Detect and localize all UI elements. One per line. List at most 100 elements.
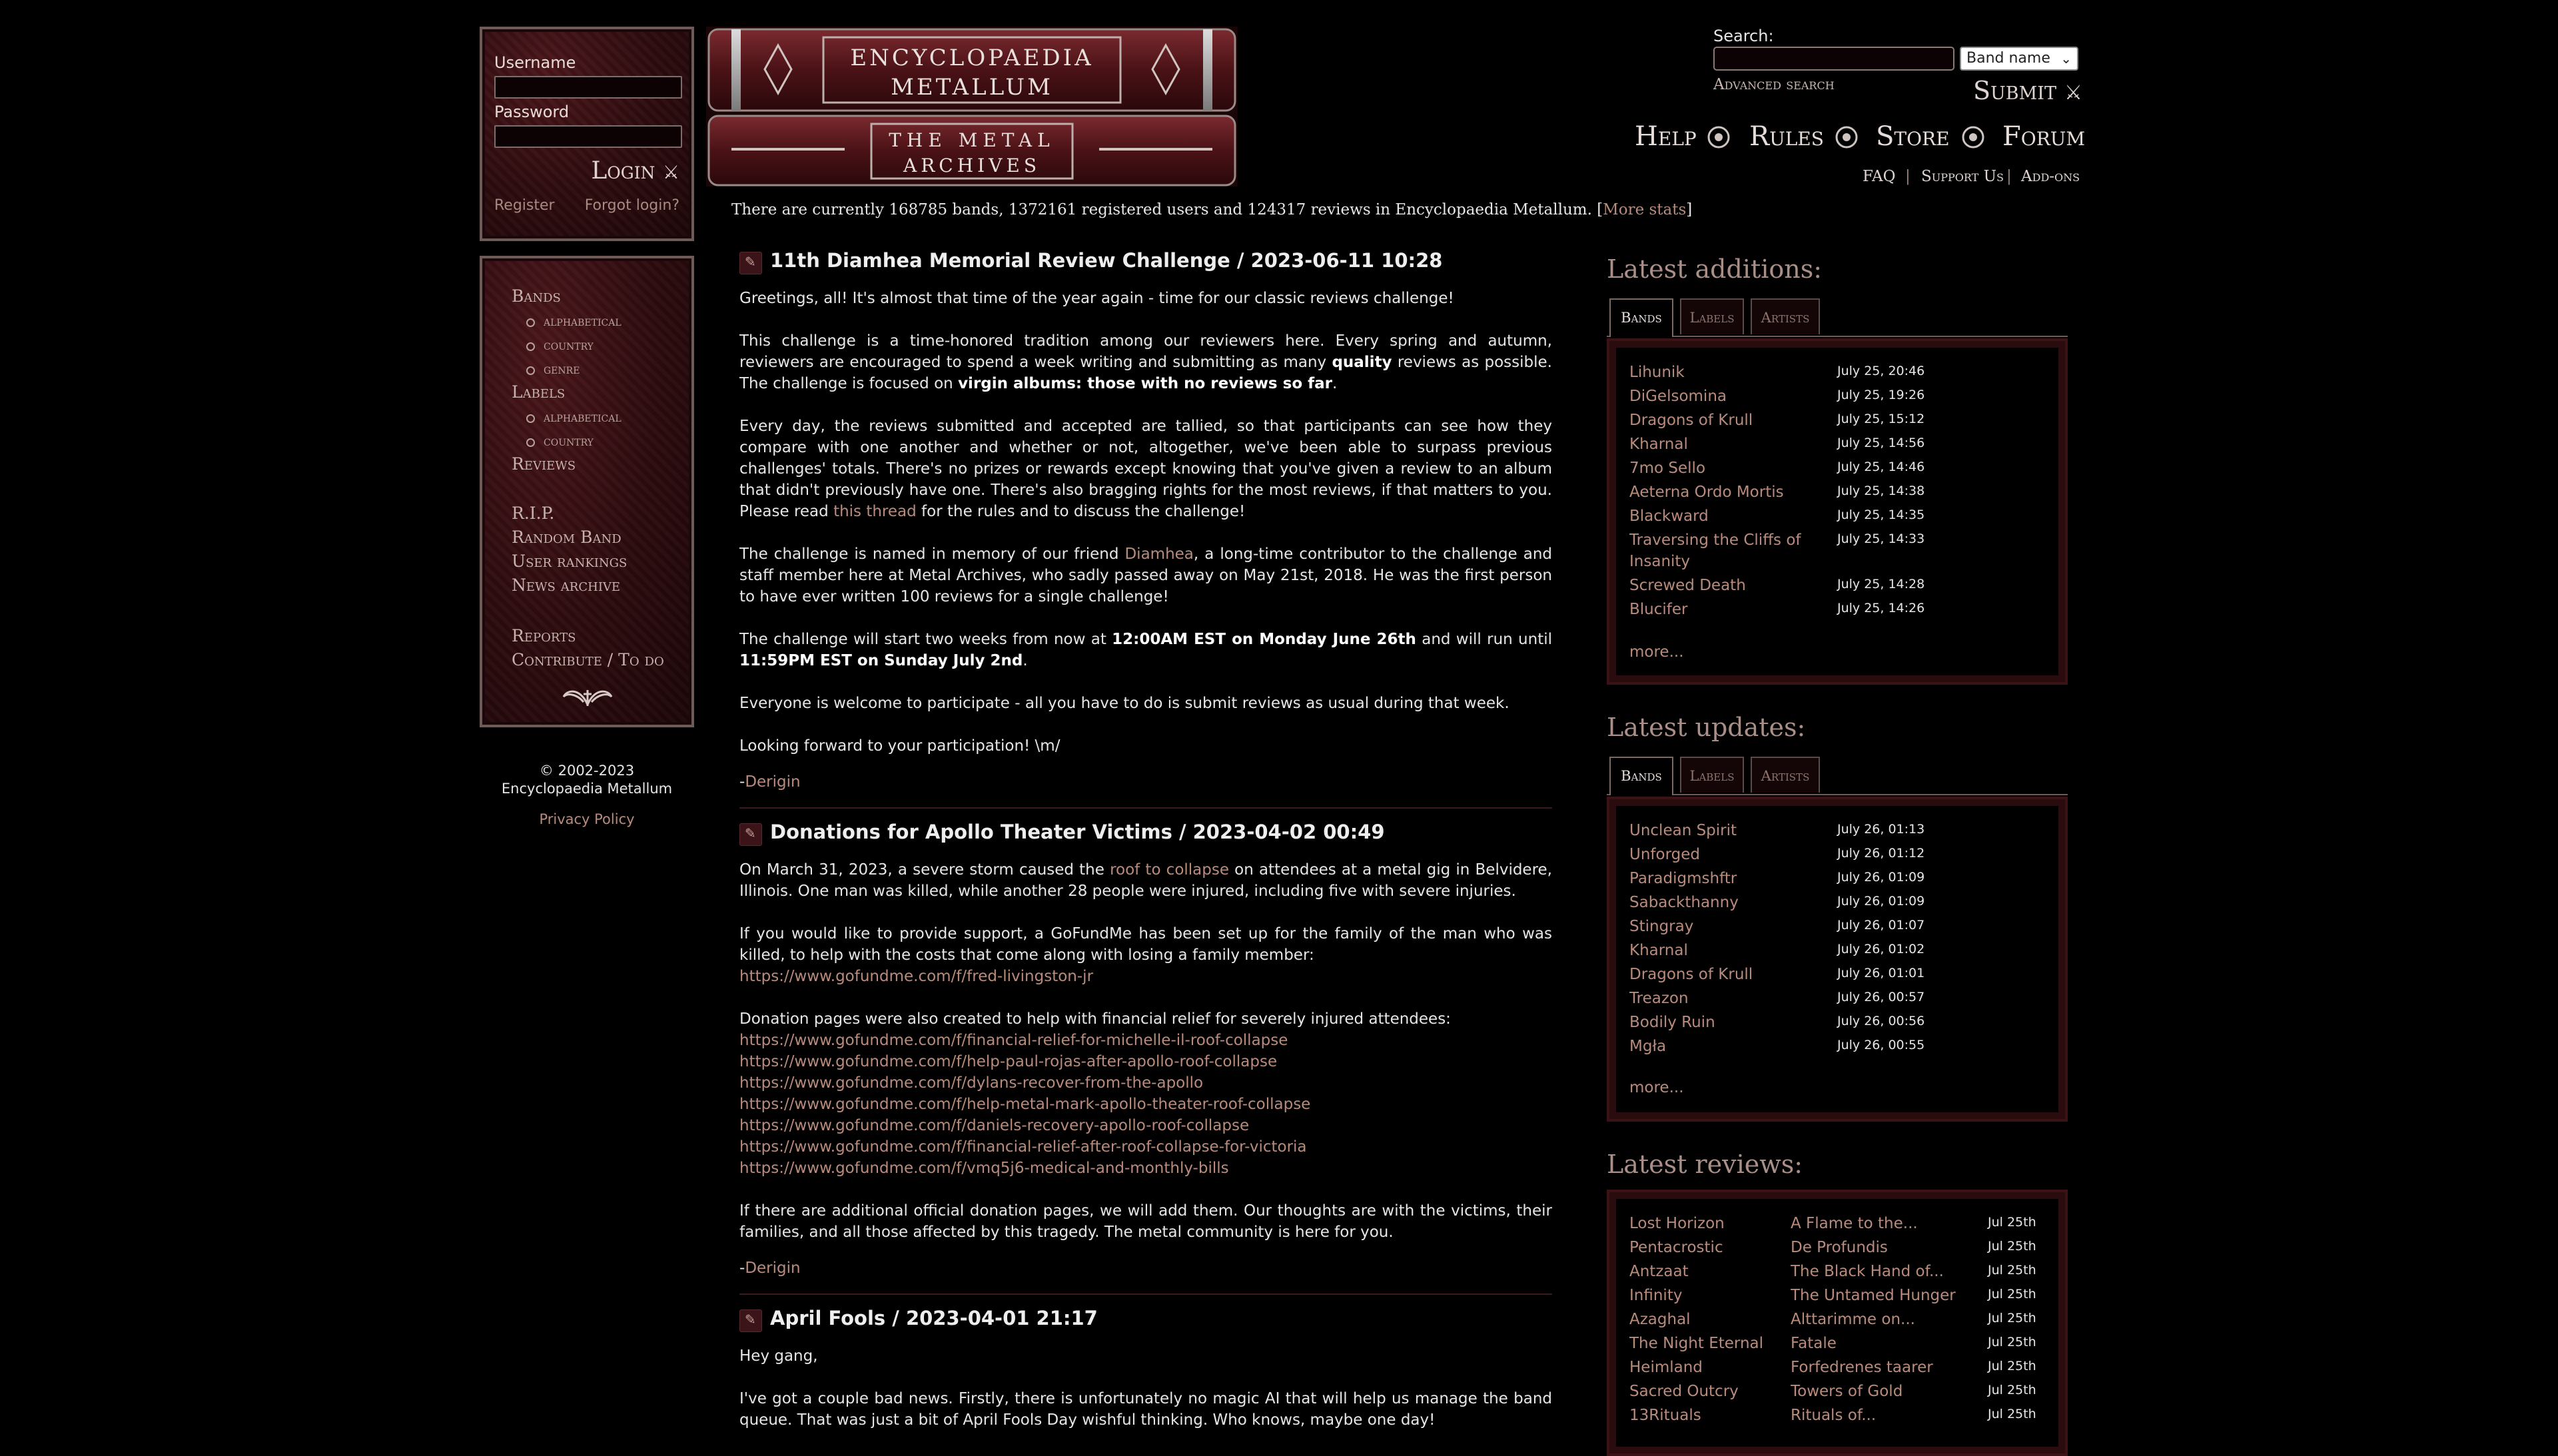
password-field[interactable]: [494, 125, 682, 148]
tab-labels[interactable]: Labels: [1680, 757, 1744, 793]
search-type-select[interactable]: Band name ⌄: [1960, 47, 2078, 71]
news-title[interactable]: April Fools / 2023-04-01 21:17: [739, 1307, 1098, 1329]
band-link[interactable]: Treazon: [1629, 990, 1689, 1007]
band-link[interactable]: Screwed Death: [1629, 577, 1746, 594]
news-title[interactable]: Donations for Apollo Theater Victims / 2…: [739, 821, 1385, 843]
band-link[interactable]: Insanity: [1629, 553, 1690, 570]
news-title-text: April Fools / 2023-04-01 21:17: [770, 1307, 1098, 1329]
album-link[interactable]: Rituals of...: [1791, 1407, 1876, 1424]
menu-bands-genre[interactable]: genre: [526, 361, 580, 377]
band-link[interactable]: Azaghal: [1629, 1311, 1691, 1328]
band-link[interactable]: Blackward: [1629, 508, 1709, 525]
author-link[interactable]: Derigin: [745, 773, 800, 791]
more-stats-link[interactable]: More stats: [1603, 201, 1686, 218]
menu-labels-alphabetical[interactable]: alphabetical: [526, 409, 622, 425]
band-link[interactable]: Mgła: [1629, 1038, 1666, 1055]
band-link[interactable]: Traversing the Cliffs of: [1629, 532, 1801, 549]
site-logo[interactable]: ENCYCLOPAEDIA METALLUM THE METAL ARCHIVE…: [705, 25, 1239, 188]
band-link[interactable]: Sacred Outcry: [1629, 1383, 1739, 1400]
username-field[interactable]: [494, 76, 682, 99]
band-link[interactable]: Unclean Spirit: [1629, 822, 1737, 839]
advanced-search-link[interactable]: Advanced search: [1713, 76, 1835, 93]
tab-bands[interactable]: Bands: [1609, 298, 1673, 337]
nav-support-us[interactable]: Support Us: [1921, 168, 2004, 185]
band-link[interactable]: Kharnal: [1629, 436, 1688, 453]
band-link[interactable]: Unforged: [1629, 846, 1700, 863]
band-link[interactable]: 13Rituals: [1629, 1407, 1701, 1424]
album-link[interactable]: The Black Hand of...: [1791, 1263, 1944, 1280]
menu-bands-alphabetical[interactable]: alphabetical: [526, 313, 622, 329]
menu-rip[interactable]: R.I.P.: [512, 504, 554, 523]
register-link[interactable]: Register: [494, 197, 555, 214]
album-link[interactable]: A Flame to the...: [1791, 1215, 1918, 1232]
menu-reports[interactable]: Reports: [512, 626, 576, 645]
album-link[interactable]: The Untamed Hunger: [1791, 1287, 1956, 1304]
nav-forum[interactable]: Forum: [2002, 121, 2085, 152]
tab-bands[interactable]: Bands: [1609, 757, 1673, 795]
menu-news-archive[interactable]: News archive: [512, 575, 620, 595]
news-paragraph: If there are additional official donatio…: [739, 1202, 1552, 1241]
nav-help[interactable]: Help: [1635, 121, 1697, 152]
tab-artists[interactable]: Artists: [1751, 298, 1820, 334]
news-title[interactable]: 11th Diamhea Memorial Review Challenge /…: [739, 249, 1442, 272]
this-thread-link[interactable]: this thread: [833, 503, 917, 520]
menu-random-band[interactable]: Random Band: [512, 528, 622, 547]
menu-contribute[interactable]: Contribute / To do: [512, 650, 664, 669]
menu-user-rankings[interactable]: User rankings: [512, 551, 627, 571]
gofundme-link[interactable]: https://www.gofundme.com/f/fred-livingst…: [739, 966, 1552, 987]
diamhea-link[interactable]: Diamhea: [1124, 546, 1193, 563]
band-link[interactable]: Sabackthanny: [1629, 894, 1739, 911]
menu-bands[interactable]: Bands: [512, 286, 561, 306]
album-link[interactable]: Forfedrenes taarer: [1791, 1359, 1933, 1376]
band-link[interactable]: DiGelsomina: [1629, 388, 1727, 405]
nav-store[interactable]: Store: [1876, 121, 1950, 152]
band-link[interactable]: The Night Eternal: [1629, 1335, 1763, 1352]
menu-labels[interactable]: Labels: [512, 382, 565, 402]
gofundme-link[interactable]: https://www.gofundme.com/f/help-metal-ma…: [739, 1094, 1552, 1115]
band-link[interactable]: Stingray: [1629, 918, 1693, 935]
band-link[interactable]: Antzaat: [1629, 1263, 1689, 1280]
nav-rules[interactable]: Rules: [1749, 121, 1824, 152]
news-paragraph: The challenge will start two weeks from …: [739, 629, 1552, 671]
forgot-login-link[interactable]: Forgot login?: [585, 197, 679, 214]
menu-bands-country[interactable]: country: [526, 337, 594, 353]
band-link[interactable]: Bodily Ruin: [1629, 1014, 1715, 1031]
band-link[interactable]: 7mo Sello: [1629, 460, 1705, 477]
album-link[interactable]: Fatale: [1791, 1335, 1837, 1352]
login-button[interactable]: Login ⚔: [591, 157, 679, 184]
band-link[interactable]: Pentacrostic: [1629, 1239, 1723, 1256]
nav-faq[interactable]: FAQ: [1863, 168, 1895, 185]
menu-reviews[interactable]: Reviews: [512, 454, 576, 474]
album-link[interactable]: De Profundis: [1791, 1239, 1888, 1256]
privacy-policy-link[interactable]: Privacy Policy: [480, 811, 694, 827]
tab-artists[interactable]: Artists: [1751, 757, 1820, 793]
band-link[interactable]: Kharnal: [1629, 942, 1688, 959]
band-link[interactable]: Dragons of Krull: [1629, 412, 1753, 429]
more-link[interactable]: more...: [1629, 643, 1684, 661]
album-link[interactable]: Towers of Gold: [1791, 1383, 1903, 1400]
album-link[interactable]: Alttarimme on...: [1791, 1311, 1915, 1328]
band-link[interactable]: Paradigmshftr: [1629, 870, 1737, 887]
submit-button[interactable]: Submit ⚔: [1973, 76, 2082, 105]
tab-labels[interactable]: Labels: [1680, 298, 1744, 334]
author-link[interactable]: Derigin: [745, 1260, 800, 1277]
menu-labels-country[interactable]: country: [526, 433, 594, 449]
band-link[interactable]: Lihunik: [1629, 364, 1685, 381]
chevron-down-icon: ⌄: [2060, 51, 2072, 67]
search-input[interactable]: [1713, 47, 1954, 71]
band-link[interactable]: Heimland: [1629, 1359, 1703, 1376]
band-link[interactable]: Aeterna Ordo Mortis: [1629, 484, 1784, 501]
gofundme-link[interactable]: https://www.gofundme.com/f/dylans-recove…: [739, 1072, 1552, 1094]
gofundme-link[interactable]: https://www.gofundme.com/f/help-paul-roj…: [739, 1051, 1552, 1072]
nav-addons[interactable]: Add-ons: [2021, 168, 2080, 185]
band-link[interactable]: Dragons of Krull: [1629, 966, 1753, 983]
gofundme-link[interactable]: https://www.gofundme.com/f/daniels-recov…: [739, 1115, 1552, 1136]
band-link[interactable]: Blucifer: [1629, 601, 1688, 618]
more-link[interactable]: more...: [1629, 1079, 1684, 1096]
band-link[interactable]: Lost Horizon: [1629, 1215, 1725, 1232]
gofundme-link[interactable]: https://www.gofundme.com/f/vmq5j6-medica…: [739, 1158, 1552, 1179]
gofundme-link[interactable]: https://www.gofundme.com/f/financial-rel…: [739, 1136, 1552, 1158]
roof-collapse-link[interactable]: roof to collapse: [1110, 861, 1229, 879]
band-link[interactable]: Infinity: [1629, 1287, 1682, 1304]
gofundme-link[interactable]: https://www.gofundme.com/f/financial-rel…: [739, 1030, 1552, 1051]
